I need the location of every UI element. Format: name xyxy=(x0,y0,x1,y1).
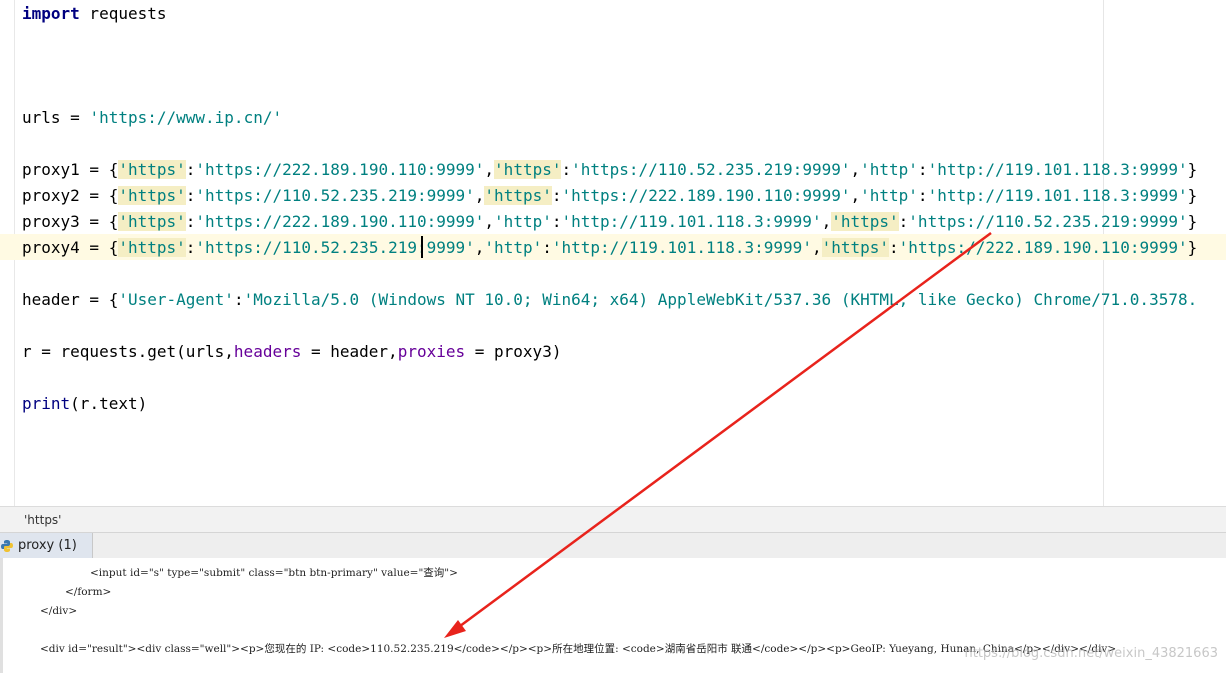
console-line: <div id="result"><div class="well"><p>您现… xyxy=(40,643,1117,655)
code-line-proxy2[interactable]: proxy2 = {'https':'https://110.52.235.21… xyxy=(22,183,1197,209)
builtin-print: print xyxy=(22,394,71,413)
var-proxy2: proxy2 = xyxy=(22,186,109,205)
code-line-proxy3[interactable]: proxy3 = {'https':'https://222.189.190.1… xyxy=(22,209,1197,235)
breadcrumb[interactable]: 'https' xyxy=(0,506,1226,533)
dict-value: 'http://119.101.118.3:9999' xyxy=(551,238,812,257)
watermark: https://blog.csdn.net/weixin_43821663 xyxy=(964,646,1218,661)
dict-value: 'https://110.52.235.219:9999' xyxy=(195,238,475,257)
console-line: </form> xyxy=(65,586,112,598)
dict-key: 'https' xyxy=(118,186,186,205)
dict-value: 'https://222.189.190.110:9999' xyxy=(561,186,851,205)
python-icon xyxy=(1,539,13,552)
param-proxies: proxies xyxy=(397,342,466,361)
console-line: <input id="s" type="submit" class="btn b… xyxy=(90,567,458,579)
code-line-proxy1[interactable]: proxy1 = {'https':'https://222.189.190.1… xyxy=(22,157,1197,183)
dict-key: 'https' xyxy=(821,238,890,257)
dict-value: 'https://222.189.190.110:9999' xyxy=(195,212,485,231)
dict-value: 'https://222.189.190.110:9999' xyxy=(195,160,485,179)
text-caret xyxy=(421,236,423,258)
dict-value: 'http://119.101.118.3:9999' xyxy=(927,186,1188,205)
keyword-import: import xyxy=(22,4,80,23)
dict-key: 'User-Agent' xyxy=(118,290,234,309)
dict-key: 'http' xyxy=(484,238,543,257)
breadcrumb-item[interactable]: 'https' xyxy=(24,507,61,533)
run-tab-label: proxy (1) xyxy=(18,538,77,553)
dict-value: 'https://222.189.190.110:9999' xyxy=(898,238,1188,257)
code-line-request[interactable]: r = requests.get(urls,headers = header,p… xyxy=(22,339,561,365)
var-proxy3: proxy3 = xyxy=(22,212,109,231)
code-line-header[interactable]: header = {'User-Agent':'Mozilla/5.0 (Win… xyxy=(22,287,1197,313)
arg-header: = header, xyxy=(301,342,398,361)
param-headers: headers xyxy=(233,342,302,361)
module-requests: requests xyxy=(79,4,167,23)
dict-key: 'https' xyxy=(118,160,186,179)
dict-value: 'Mozilla/5.0 (Windows NT 10.0; Win64; x6… xyxy=(243,290,1198,309)
code-line-proxy4[interactable]: proxy4 = {'https':'https://110.52.235.21… xyxy=(22,235,1197,261)
call-requests-get: r = requests.get(urls, xyxy=(22,342,234,361)
dict-key: 'https' xyxy=(118,238,186,257)
dict-value: 'https://110.52.235.219:9999' xyxy=(571,160,851,179)
print-argument: (r.text) xyxy=(70,394,148,413)
dict-key: 'https' xyxy=(118,212,186,231)
string-urls: 'https://www.ip.cn/' xyxy=(89,108,283,127)
console-line: </div> xyxy=(40,605,78,617)
code-line-print[interactable]: print(r.text) xyxy=(22,391,147,417)
dict-value: 'http://119.101.118.3:9999' xyxy=(561,212,822,231)
dict-value: 'https://110.52.235.219:9999' xyxy=(908,212,1188,231)
code-editor[interactable]: import requests urls = 'https://www.ip.c… xyxy=(0,0,1226,506)
code-line-import[interactable]: import requests xyxy=(22,1,167,27)
dict-key: 'http' xyxy=(494,212,552,231)
dict-value: 'http://119.101.118.3:9999' xyxy=(927,160,1188,179)
dict-key: 'https' xyxy=(494,160,562,179)
dict-key: 'https' xyxy=(831,212,899,231)
run-tool-window-tabbar: proxy (1) xyxy=(0,532,1226,559)
var-proxy4: proxy4 = xyxy=(22,238,109,257)
var-urls: urls = xyxy=(22,108,90,127)
dict-key: 'http' xyxy=(860,186,918,205)
run-tab-proxy[interactable]: proxy (1) xyxy=(0,533,93,558)
arg-proxy3: = proxy3) xyxy=(465,342,562,361)
code-line-urls[interactable]: urls = 'https://www.ip.cn/' xyxy=(22,105,282,131)
dict-key: 'http' xyxy=(860,160,918,179)
dict-value: 'https://110.52.235.219:9999' xyxy=(195,186,475,205)
var-header: header = xyxy=(22,290,109,309)
dict-key: 'https' xyxy=(484,186,552,205)
var-proxy1: proxy1 = xyxy=(22,160,109,179)
